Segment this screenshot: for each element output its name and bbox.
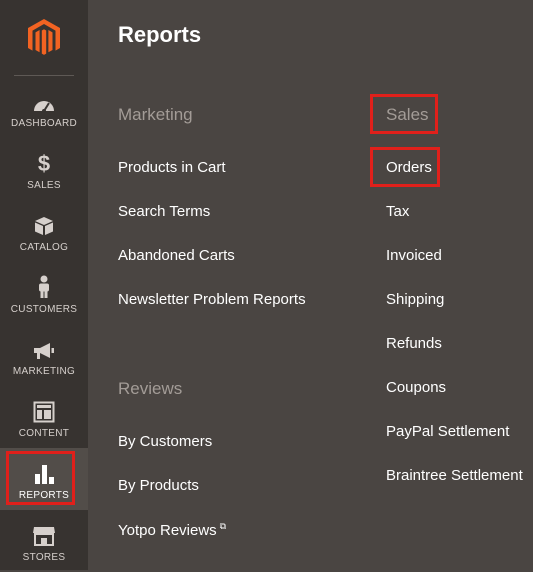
link-search-terms[interactable]: Search Terms (118, 203, 210, 220)
page-title: Reports (118, 22, 202, 47)
link-yotpo-reviews-label: Yotpo Reviews (118, 522, 217, 539)
section-title-sales: Sales (386, 105, 429, 124)
link-by-products[interactable]: By Products (118, 477, 199, 494)
section-title-reviews: Reviews (118, 379, 183, 398)
layout-icon (33, 401, 55, 423)
link-invoiced[interactable]: Invoiced (386, 247, 442, 264)
nav-reports[interactable]: Reports (0, 448, 88, 510)
link-orders[interactable]: Orders (386, 159, 432, 176)
nav-stores[interactable]: Stores (0, 510, 88, 572)
dashboard-icon (32, 91, 56, 113)
bar-chart-icon (33, 463, 55, 485)
nav-customers[interactable]: Customers (0, 262, 88, 324)
external-link-icon: ⧉ (219, 521, 227, 531)
box-icon (33, 215, 55, 237)
nav-marketing[interactable]: Marketing (0, 324, 88, 386)
link-abandoned-carts[interactable]: Abandoned Carts (118, 247, 235, 264)
megaphone-icon (32, 339, 56, 361)
link-newsletter-problem-reports[interactable]: Newsletter Problem Reports (118, 291, 306, 308)
store-icon (32, 525, 56, 547)
magento-logo-icon (28, 19, 60, 55)
link-coupons[interactable]: Coupons (386, 379, 446, 396)
section-title-marketing: Marketing (118, 105, 193, 124)
nav-sales[interactable]: $ Sales (0, 138, 88, 200)
dollar-icon: $ (37, 151, 51, 176)
link-tax[interactable]: Tax (386, 203, 409, 220)
link-braintree-settlement[interactable]: Braintree Settlement (386, 467, 523, 484)
link-paypal-settlement[interactable]: PayPal Settlement (386, 423, 509, 440)
person-icon (36, 275, 52, 299)
link-refunds[interactable]: Refunds (386, 335, 442, 352)
nav-content[interactable]: Content (0, 386, 88, 448)
nav-catalog[interactable]: Catalog (0, 200, 88, 262)
nav-dashboard[interactable]: Dashboard (0, 76, 88, 138)
link-products-in-cart[interactable]: Products in Cart (118, 159, 226, 176)
link-shipping[interactable]: Shipping (386, 291, 444, 308)
link-by-customers[interactable]: By Customers (118, 433, 212, 450)
magento-logo[interactable] (0, 0, 88, 76)
admin-sidebar: Dashboard $ Sales Catalog Customers (0, 0, 88, 570)
link-yotpo-reviews[interactable]: Yotpo Reviews ⧉ (118, 521, 226, 539)
reports-menu-panel: Reports Marketing Products in Cart Searc… (88, 0, 533, 570)
